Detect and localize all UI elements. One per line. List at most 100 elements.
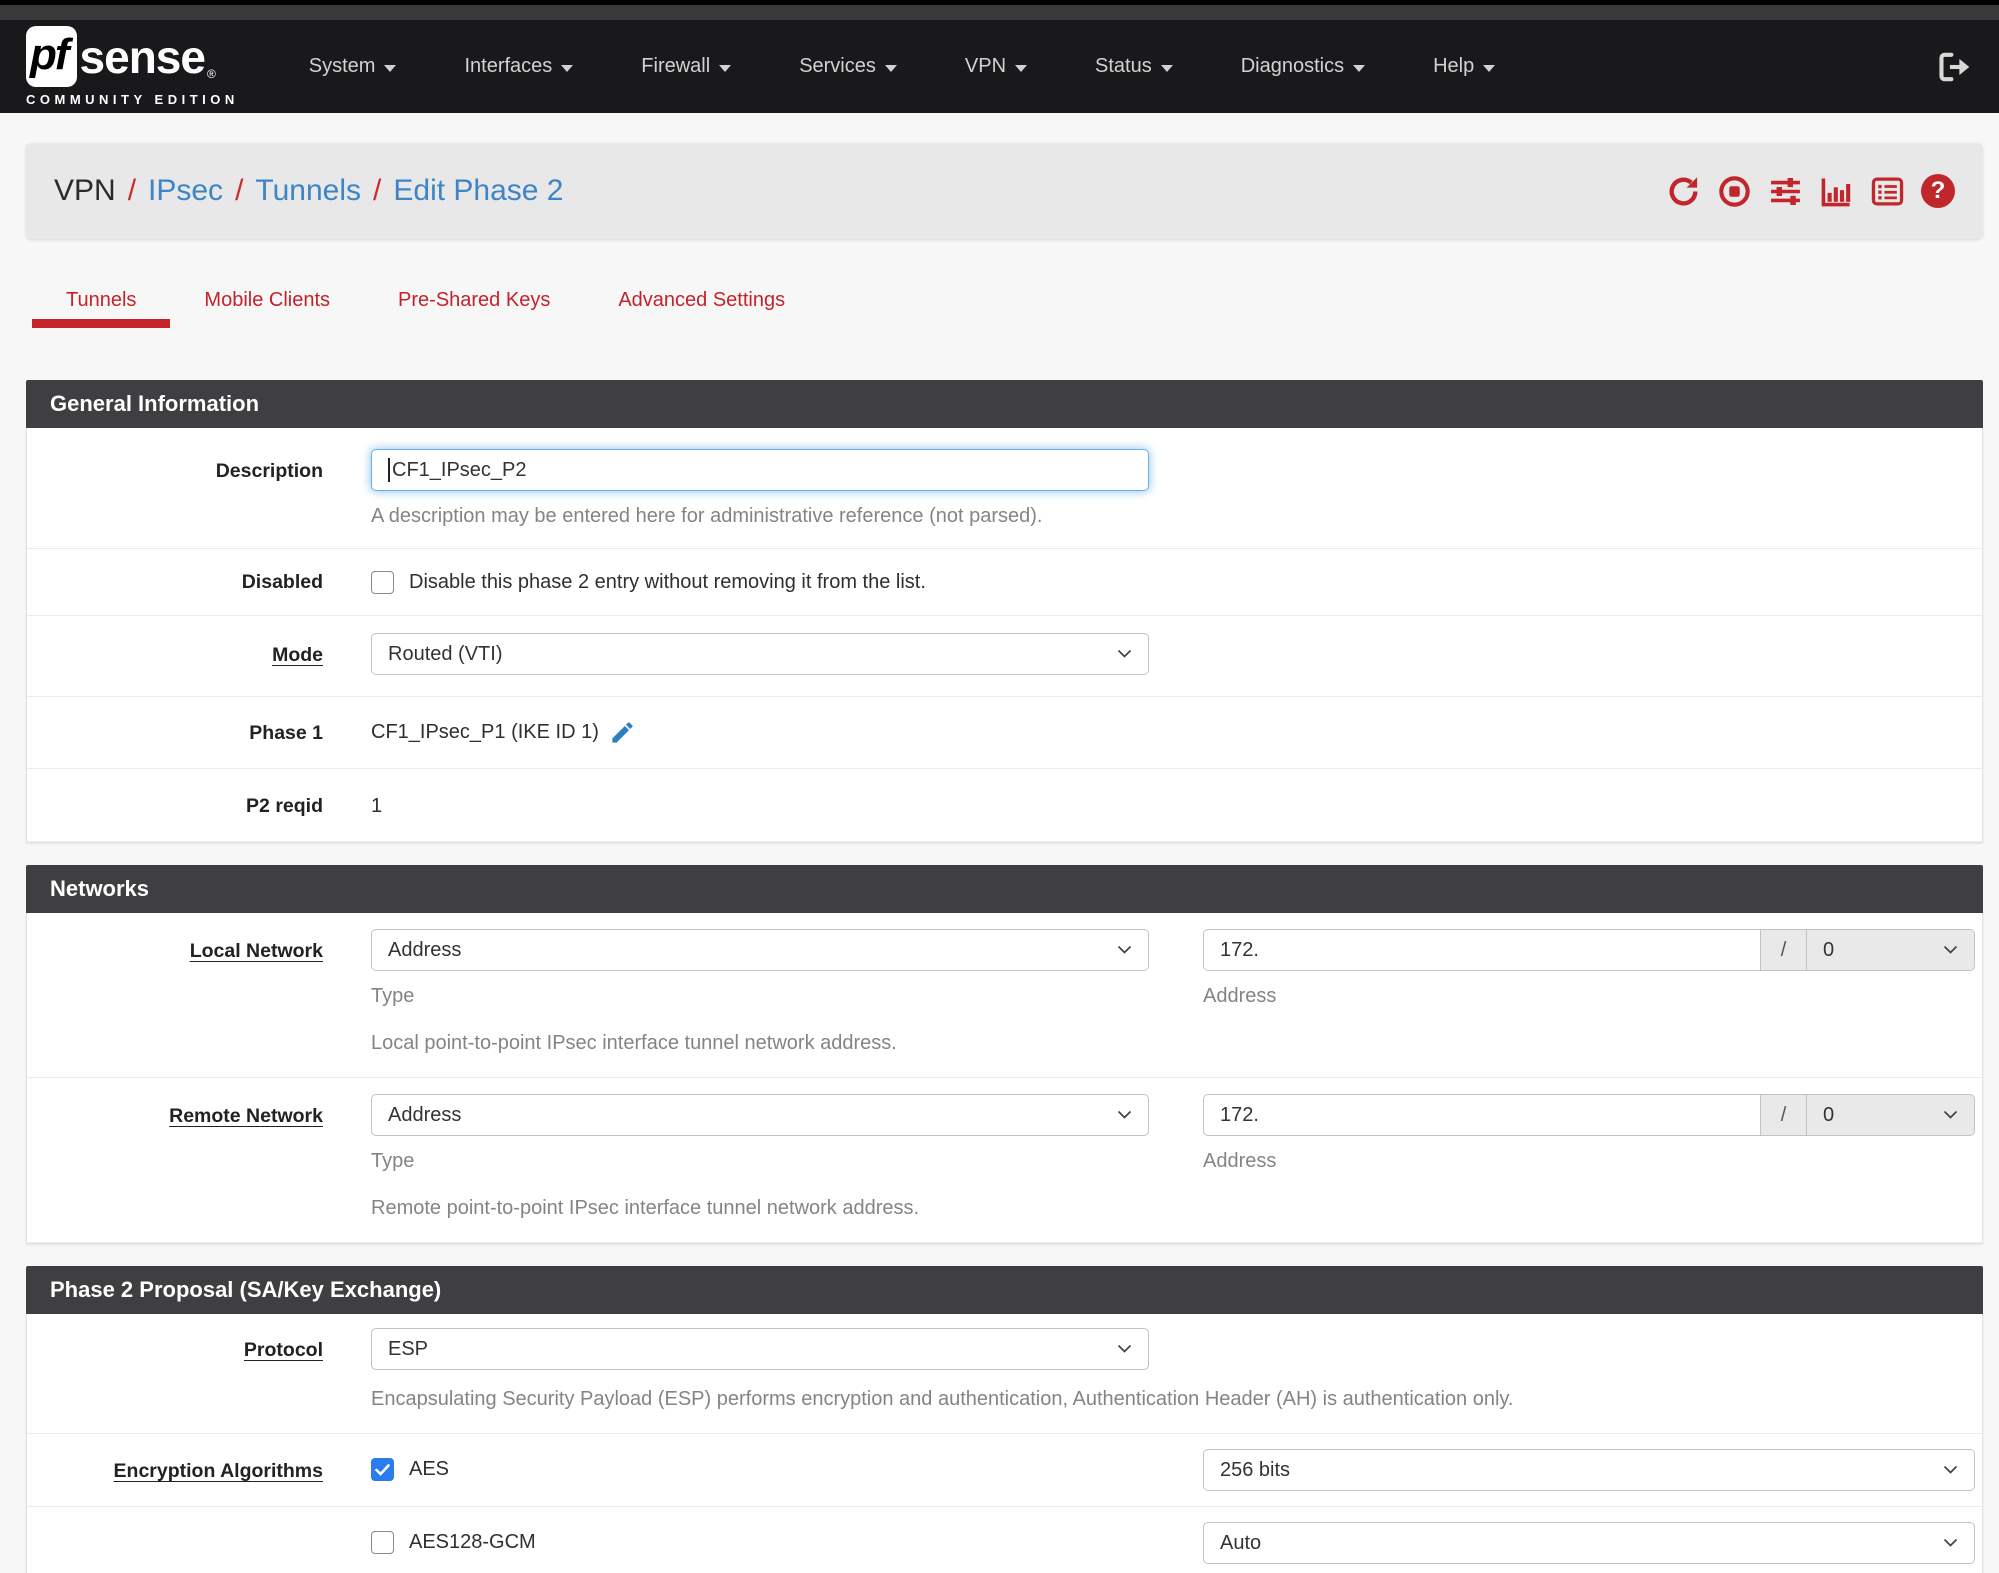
chevron-down-icon: [884, 64, 897, 72]
nav-vpn[interactable]: VPN: [931, 55, 1061, 78]
row-encryption-aes128-gcm: AES128-GCM Auto: [27, 1507, 1982, 1573]
aes128-gcm-checkbox-label: AES128-GCM: [409, 1531, 536, 1553]
breadcrumb-link-tunnels[interactable]: Tunnels: [255, 174, 361, 208]
stop-icon[interactable]: [1717, 174, 1751, 208]
local-network-cidr-select[interactable]: 0: [1807, 929, 1975, 971]
row-p2-reqid: P2 reqid 1: [27, 769, 1982, 842]
remote-network-address-input[interactable]: 172.: [1203, 1094, 1761, 1136]
chevron-down-icon: [1943, 945, 1958, 954]
page-content: VPN / IPsec / Tunnels / Edit Phase 2 ? T…: [0, 143, 1999, 1573]
remote-network-type-select[interactable]: Address: [371, 1094, 1149, 1136]
pf-logo-mark: pf: [26, 26, 77, 87]
panel-general-information: General Information Description CF1_IPse…: [26, 380, 1983, 843]
local-network-description: Local point-to-point IPsec interface tun…: [371, 1032, 897, 1054]
local-network-address-help: Address: [1203, 985, 1277, 1007]
mode-select[interactable]: Routed (VTI): [371, 633, 1149, 675]
help-icon[interactable]: ?: [1921, 174, 1955, 208]
breadcrumb-root: VPN: [54, 174, 116, 207]
remote-network-address-help: Address: [1203, 1150, 1277, 1172]
remote-network-description: Remote point-to-point IPsec interface tu…: [371, 1197, 920, 1219]
panel-title-general-information: General Information: [26, 380, 1983, 428]
edit-pencil-icon[interactable]: [609, 719, 636, 746]
disabled-checkbox-label: Disable this phase 2 entry without remov…: [409, 570, 926, 593]
aes-checkbox-label: AES: [409, 1458, 450, 1480]
tab-tunnels[interactable]: Tunnels: [32, 289, 171, 328]
logo-sense-text: sense: [79, 30, 206, 83]
p2-reqid-value: 1: [371, 794, 383, 817]
remote-network-label: Remote Network: [169, 1105, 323, 1127]
phase1-label: Phase 1: [249, 721, 323, 744]
protocol-help-text: Encapsulating Security Payload (ESP) per…: [371, 1388, 1514, 1410]
breadcrumb-separator: /: [235, 174, 244, 207]
local-network-address-input[interactable]: 172.: [1203, 929, 1761, 971]
panel-title-phase2-proposal: Phase 2 Proposal (SA/Key Exchange): [26, 1266, 1983, 1314]
chevron-down-icon: [384, 64, 397, 72]
panel-title-networks: Networks: [26, 865, 1983, 913]
row-disabled: Disabled Disable this phase 2 entry with…: [27, 549, 1982, 616]
list-icon[interactable]: [1870, 174, 1904, 208]
chevron-down-icon: [719, 64, 732, 72]
breadcrumb-separator: /: [127, 174, 137, 207]
remote-network-type-help: Type: [371, 1150, 415, 1172]
chevron-down-icon: [1117, 1344, 1132, 1353]
phase1-value: CF1_IPsec_P1 (IKE ID 1): [371, 721, 599, 743]
row-remote-network: Remote Network Address Type Remote point…: [27, 1078, 1982, 1243]
chevron-down-icon: [1483, 64, 1496, 72]
tab-pre-shared-keys[interactable]: Pre-Shared Keys: [364, 289, 584, 328]
disabled-label: Disabled: [241, 571, 323, 593]
sign-out-icon[interactable]: [1937, 51, 1973, 83]
row-local-network: Local Network Address Type Local point-t…: [27, 913, 1982, 1078]
p2-reqid-label: P2 reqid: [246, 795, 323, 817]
nav-help[interactable]: Help: [1399, 55, 1529, 78]
nav-diagnostics[interactable]: Diagnostics: [1207, 55, 1399, 78]
logo-subtitle: COMMUNITY EDITION: [26, 92, 239, 107]
row-protocol: Protocol ESP Encapsulating Security Payl…: [27, 1314, 1982, 1434]
nav-firewall[interactable]: Firewall: [607, 55, 765, 78]
disabled-checkbox[interactable]: [371, 570, 394, 594]
chevron-down-icon: [1117, 1110, 1132, 1119]
local-network-type-help: Type: [371, 985, 415, 1007]
chevron-down-icon: [1943, 1110, 1958, 1119]
description-help-text: A description may be entered here for ad…: [371, 505, 1043, 527]
local-network-label: Local Network: [189, 940, 323, 962]
pfsense-logo[interactable]: pf sense ® COMMUNITY EDITION: [26, 26, 239, 107]
encryption-algorithms-label: Encryption Algorithms: [113, 1460, 323, 1482]
breadcrumb-current-edit-phase-2[interactable]: Edit Phase 2: [393, 174, 563, 208]
aes128-gcm-keylen-select[interactable]: Auto: [1203, 1522, 1975, 1564]
description-input[interactable]: CF1_IPsec_P2: [371, 449, 1149, 491]
bar-chart-icon[interactable]: [1819, 174, 1853, 208]
nav-interfaces[interactable]: Interfaces: [430, 55, 607, 78]
chevron-down-icon: [1943, 1538, 1958, 1547]
tab-mobile-clients[interactable]: Mobile Clients: [170, 289, 364, 328]
protocol-select[interactable]: ESP: [371, 1328, 1149, 1370]
chevron-down-icon: [1015, 64, 1028, 72]
local-network-type-select[interactable]: Address: [371, 929, 1149, 971]
sliders-icon[interactable]: [1768, 174, 1802, 208]
breadcrumb: VPN / IPsec / Tunnels / Edit Phase 2 ?: [26, 143, 1983, 239]
tab-advanced-settings[interactable]: Advanced Settings: [584, 289, 819, 328]
breadcrumb-separator: /: [373, 174, 382, 207]
description-label: Description: [215, 460, 323, 482]
panel-phase2-proposal: Phase 2 Proposal (SA/Key Exchange) Proto…: [26, 1266, 1983, 1573]
aes-keylen-select[interactable]: 256 bits: [1203, 1449, 1975, 1491]
chevron-down-icon: [1943, 1465, 1958, 1474]
nav-system[interactable]: System: [275, 55, 431, 78]
row-mode: Mode Routed (VTI): [27, 616, 1982, 697]
breadcrumb-link-ipsec[interactable]: IPsec: [148, 174, 223, 208]
window-sub-strip: [0, 5, 1999, 20]
nav-services[interactable]: Services: [765, 55, 931, 78]
tab-bar: Tunnels Mobile Clients Pre-Shared Keys A…: [26, 289, 1983, 328]
mode-label: Mode: [272, 644, 323, 666]
chevron-down-icon: [1117, 945, 1132, 954]
aes-checkbox[interactable]: [371, 1458, 394, 1481]
aes128-gcm-checkbox[interactable]: [371, 1531, 394, 1554]
refresh-icon[interactable]: [1666, 174, 1700, 208]
remote-network-cidr-select[interactable]: 0: [1807, 1094, 1975, 1136]
chevron-down-icon: [1353, 64, 1366, 72]
row-description: Description CF1_IPsec_P2 A description m…: [27, 428, 1982, 549]
cidr-separator: /: [1761, 929, 1807, 971]
nav-status[interactable]: Status: [1061, 55, 1207, 78]
row-phase1: Phase 1 CF1_IPsec_P1 (IKE ID 1): [27, 697, 1982, 769]
panel-networks: Networks Local Network Address Type Loca…: [26, 865, 1983, 1244]
chevron-down-icon: [1117, 649, 1132, 658]
